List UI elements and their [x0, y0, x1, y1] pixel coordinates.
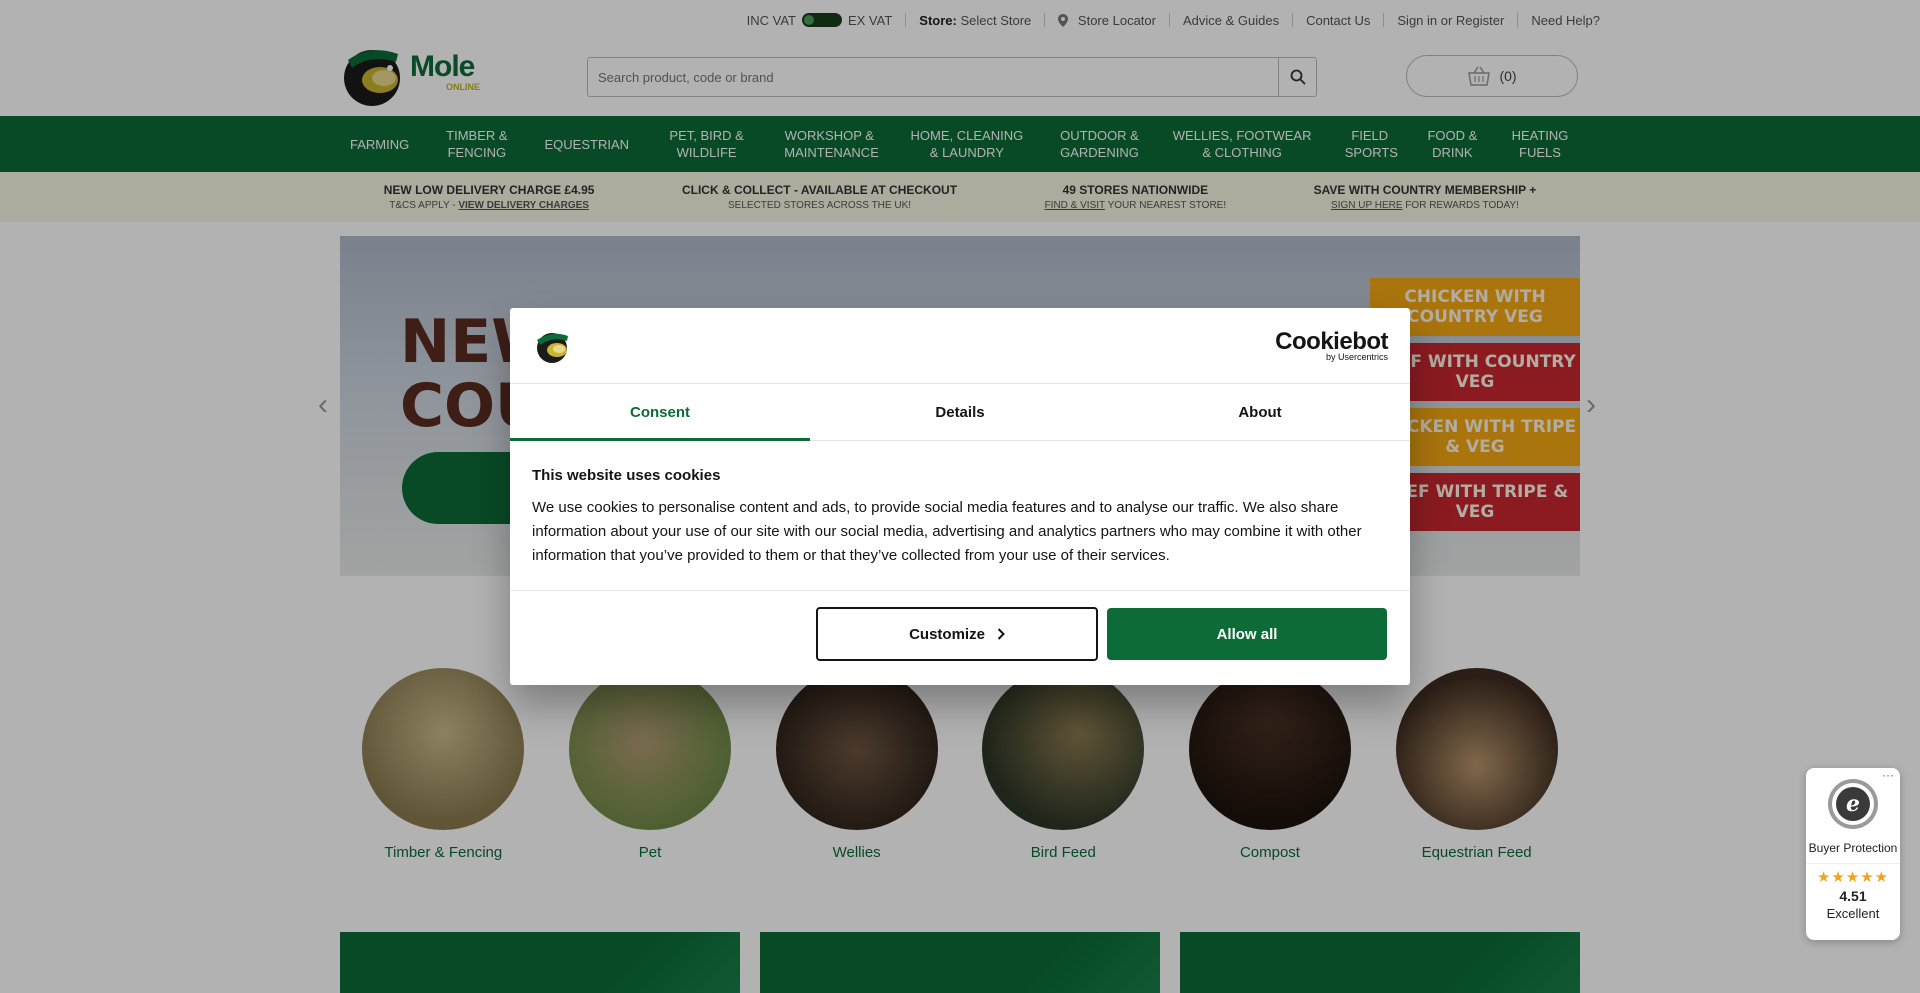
chevron-right-icon: [997, 628, 1005, 640]
dialog-heading: This website uses cookies: [532, 467, 721, 484]
cookiebot-logo[interactable]: Cookiebot by Usercentrics: [1275, 328, 1388, 363]
svg-text:e: e: [1846, 791, 1860, 817]
dialog-header: Cookiebot by Usercentrics: [510, 308, 1410, 384]
tab-consent[interactable]: Consent: [510, 384, 810, 441]
mole-logo-icon: [537, 333, 568, 363]
rating-score: 4.51: [1839, 888, 1867, 904]
dialog-footer: Customize Allow all: [510, 591, 1410, 683]
buyer-protection-label: Buyer Protection: [1808, 841, 1898, 855]
rating-stars: ★★★★★: [1806, 863, 1900, 886]
allow-all-button[interactable]: Allow all: [1107, 608, 1387, 660]
trusted-shops-badge[interactable]: ··· e Buyer Protection ★★★★★ 4.51 Excell…: [1806, 768, 1900, 940]
more-options-icon[interactable]: ···: [1882, 768, 1894, 782]
tab-details[interactable]: Details: [810, 384, 1110, 440]
customize-button[interactable]: Customize: [816, 607, 1098, 661]
dialog-tabs: Consent Details About: [510, 384, 1410, 441]
cookiebot-name: Cookiebot: [1275, 328, 1388, 355]
cookie-consent-dialog: Cookiebot by Usercentrics Consent Detail…: [510, 308, 1410, 685]
rating-text: Excellent: [1826, 906, 1880, 921]
tab-about[interactable]: About: [1110, 384, 1410, 440]
dialog-body: This website uses cookies We use cookies…: [510, 441, 1410, 591]
trusted-shops-seal-icon: e: [1828, 779, 1878, 829]
dialog-text: We use cookies to personalise content an…: [532, 499, 1362, 564]
customize-label: Customize: [909, 625, 985, 643]
